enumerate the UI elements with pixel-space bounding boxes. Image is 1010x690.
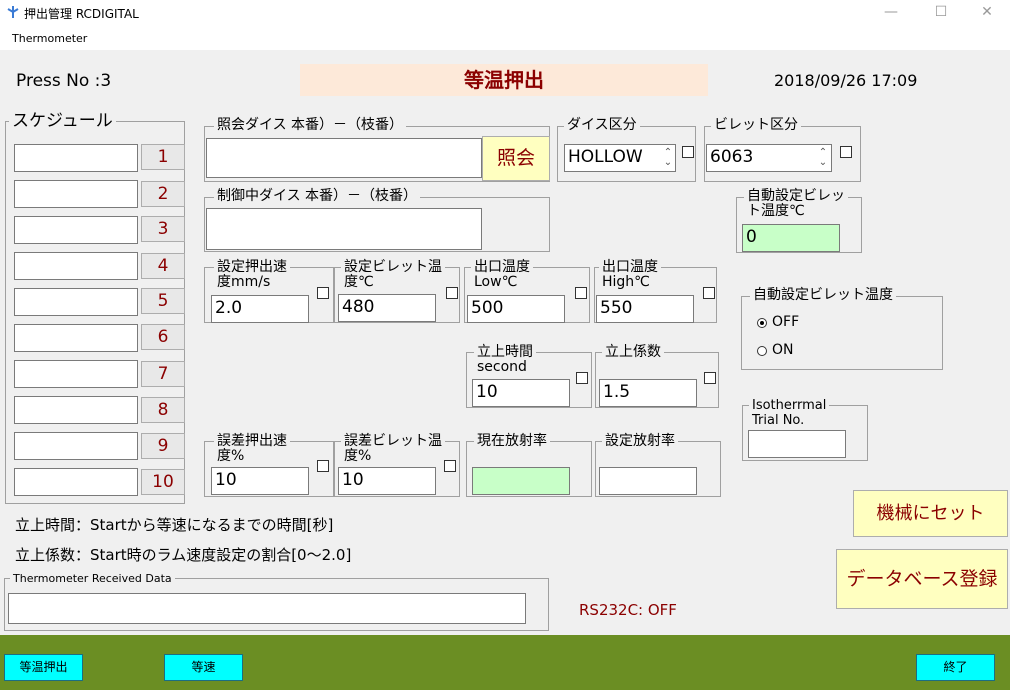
rise-coef-input[interactable]: 1.5	[599, 379, 697, 407]
set-speed-checkbox[interactable]	[317, 287, 329, 299]
billet-type-legend: ビレット区分	[711, 118, 801, 133]
thermo-data-output	[8, 593, 526, 624]
rise-coef-checkbox[interactable]	[704, 372, 716, 384]
billet-type-checkbox[interactable]	[840, 146, 852, 158]
query-die-input[interactable]	[206, 138, 482, 178]
current-emissivity-value	[472, 467, 570, 495]
radio-off-label: OFF	[772, 314, 800, 330]
rs232c-status: RS232C: OFF	[579, 601, 677, 619]
radio-on[interactable]	[757, 346, 767, 356]
info-rise-coef: 立上係数：Start時のラム速度設定の割合[0～2.0]	[15, 546, 352, 564]
auto-billet-toggle-group	[741, 296, 943, 370]
schedule-button[interactable]: 2	[141, 181, 185, 207]
title-bar: 押出管理 RCDIGITAL — ☐ ✕	[0, 0, 1010, 28]
exit-temp-high-legend: 出口温度 High℃	[599, 260, 661, 290]
controlling-die-input[interactable]	[206, 208, 482, 250]
exit-button[interactable]: 終了	[916, 654, 995, 681]
radio-off[interactable]	[757, 318, 767, 328]
spin-arrows-icon[interactable]: ⌃ ⌄	[662, 148, 674, 168]
schedule-field[interactable]	[14, 144, 138, 172]
auto-billet-temp-value: 0	[742, 224, 840, 252]
mode-banner: 等温押出	[300, 64, 708, 96]
die-type-checkbox[interactable]	[682, 146, 694, 158]
database-register-button[interactable]: データベース登録	[836, 549, 1008, 609]
exit-temp-low-legend: 出口温度 Low℃	[471, 260, 533, 290]
set-speed-input[interactable]: 2.0	[211, 295, 309, 323]
schedule-button[interactable]: 10	[141, 469, 185, 495]
schedule-field[interactable]	[14, 360, 138, 388]
set-emissivity-legend: 設定放射率	[602, 434, 678, 449]
rise-time-input[interactable]: 10	[472, 379, 570, 407]
rise-time-legend: 立上時間 second	[474, 345, 536, 375]
window-title: 押出管理 RCDIGITAL	[24, 7, 139, 21]
die-type-legend: ダイス区分	[564, 118, 640, 133]
err-speed-input[interactable]: 10	[211, 467, 309, 495]
err-speed-checkbox[interactable]	[317, 460, 329, 472]
exit-temp-low-input[interactable]: 500	[467, 295, 565, 323]
schedule-field[interactable]	[14, 252, 138, 280]
schedule-button[interactable]: 6	[141, 324, 185, 350]
schedule-field[interactable]	[14, 324, 138, 352]
exit-temp-high-checkbox[interactable]	[703, 287, 715, 299]
auto-billet-toggle-legend: 自動設定ビレット温度	[750, 288, 896, 303]
rise-coef-legend: 立上係数	[602, 345, 664, 360]
set-billet-temp-legend: 設定ビレット温 度℃	[341, 260, 445, 290]
isothermal-legend: Isotherrmal Trial No.	[749, 398, 830, 428]
err-billet-input[interactable]: 10	[338, 467, 436, 495]
schedule-button[interactable]: 8	[141, 397, 185, 423]
schedule-button[interactable]: 7	[141, 361, 185, 387]
schedule-field[interactable]	[14, 288, 138, 316]
footer-bar	[0, 635, 1010, 690]
die-type-select[interactable]: HOLLOW	[564, 144, 676, 172]
press-number: Press No :3	[16, 71, 112, 91]
maximize-icon[interactable]: ☐	[918, 0, 964, 24]
err-billet-checkbox[interactable]	[444, 460, 456, 472]
err-billet-legend: 誤差ビレット温 度%	[341, 434, 445, 464]
menu-thermometer[interactable]: Thermometer	[12, 32, 87, 45]
schedule-field[interactable]	[14, 468, 138, 496]
thermo-data-legend: Thermometer Received Data	[10, 573, 175, 585]
exit-temp-low-checkbox[interactable]	[575, 287, 587, 299]
schedule-field[interactable]	[14, 180, 138, 208]
query-button[interactable]: 照会	[482, 136, 550, 181]
controlling-die-legend: 制御中ダイス 本番）－（枝番）	[214, 189, 421, 204]
app-icon	[7, 6, 19, 18]
err-speed-legend: 誤差押出速 度%	[214, 434, 290, 464]
constant-speed-button[interactable]: 等速	[164, 654, 243, 681]
query-die-legend: 照会ダイス 本番）－（枝番）	[214, 118, 407, 133]
set-to-machine-button[interactable]: 機械にセット	[853, 490, 1008, 537]
set-emissivity-input[interactable]	[599, 467, 697, 495]
schedule-button[interactable]: 9	[141, 433, 185, 459]
menu-bar: Thermometer	[0, 28, 1010, 50]
auto-billet-temp-legend: 自動設定ビレッ ト温度℃	[744, 189, 848, 219]
set-billet-temp-checkbox[interactable]	[446, 287, 458, 299]
schedule-legend: スケジュール	[9, 112, 116, 130]
set-billet-temp-input[interactable]: 480	[338, 294, 436, 322]
schedule-field[interactable]	[14, 396, 138, 424]
close-icon[interactable]: ✕	[964, 0, 1010, 24]
spin-arrows-icon[interactable]: ⌃ ⌄	[817, 148, 829, 168]
info-rise-time: 立上時間：Startから等速になるまでの時間[秒]	[15, 516, 334, 534]
datetime: 2018/09/26 17:09	[774, 71, 918, 90]
schedule-field[interactable]	[14, 432, 138, 460]
radio-on-label: ON	[772, 342, 794, 358]
schedule-button[interactable]: 5	[141, 288, 185, 314]
rise-time-checkbox[interactable]	[576, 372, 588, 384]
isothermal-input[interactable]	[748, 430, 846, 458]
current-emissivity-legend: 現在放射率	[474, 434, 550, 449]
isothermal-mode-button[interactable]: 等温押出	[4, 654, 83, 681]
schedule-button[interactable]: 3	[141, 216, 185, 242]
schedule-button[interactable]: 4	[141, 253, 185, 279]
billet-type-select[interactable]: 6063	[706, 144, 832, 172]
set-speed-legend: 設定押出速 度mm/s	[214, 260, 290, 290]
schedule-field[interactable]	[14, 216, 138, 244]
minimize-icon[interactable]: —	[868, 0, 914, 24]
exit-temp-high-input[interactable]: 550	[596, 295, 694, 323]
schedule-button[interactable]: 1	[141, 144, 185, 170]
